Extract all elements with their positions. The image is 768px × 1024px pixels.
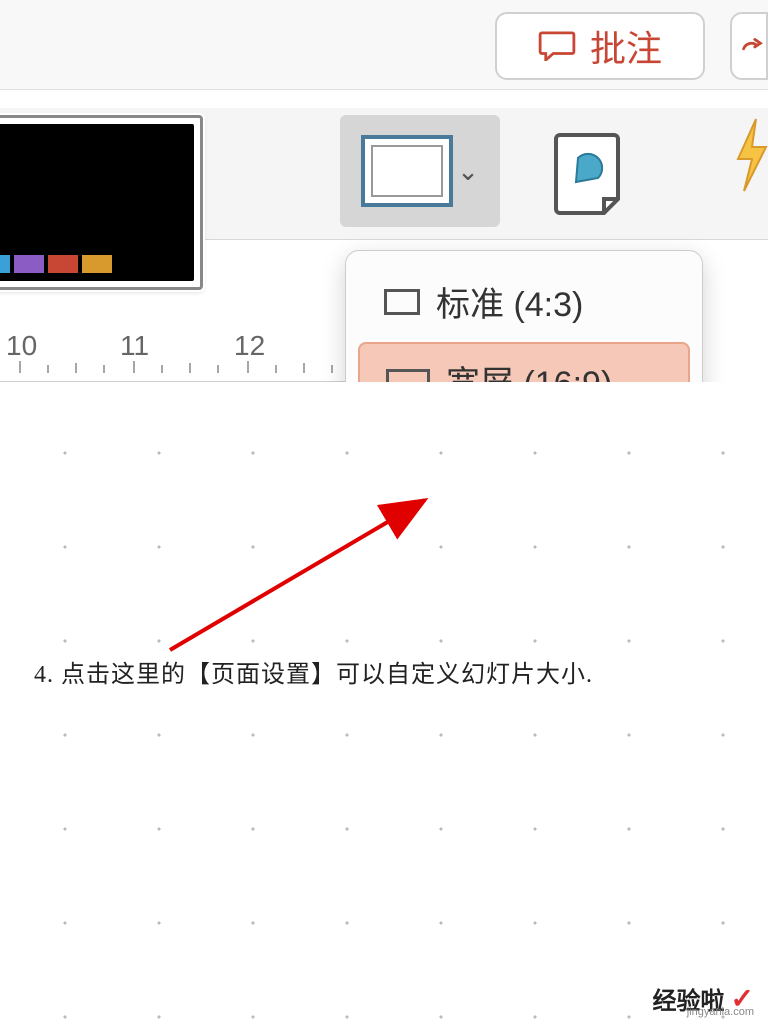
bar-orange (82, 255, 112, 273)
watermark: 经验啦 ✓ jingyanla.com (653, 981, 754, 1016)
lightning-icon[interactable] (734, 115, 768, 195)
slide-preview (0, 124, 194, 281)
bar-red (48, 255, 78, 273)
annotation-label: 批注 (590, 20, 662, 72)
watermark-url: jingyanla.com (687, 1006, 754, 1018)
menu-item-standard[interactable]: 标准 (4:3) (358, 265, 690, 338)
toolbar-top: 批注 (0, 0, 768, 90)
slide-size-button[interactable]: ⌄ (340, 115, 500, 227)
ruler-mark: 12 (234, 330, 265, 362)
format-background-icon[interactable] (540, 120, 630, 220)
menu-label: 标准 (4:3) (436, 277, 583, 326)
annotation-button[interactable]: 批注 (495, 12, 705, 80)
ruler-ticks (0, 361, 345, 373)
share-icon (738, 31, 766, 61)
aspect-4-3-icon (384, 289, 420, 315)
horizontal-ruler: 10 11 12 (0, 322, 345, 382)
bar-purple (14, 255, 44, 273)
slide-canvas[interactable] (0, 382, 768, 1024)
share-button-partial[interactable] (730, 12, 768, 80)
chevron-down-icon: ⌄ (457, 156, 479, 187)
ruler-mark: 10 (6, 330, 37, 362)
instruction-text: 4. 点击这里的【页面设置】可以自定义幻灯片大小. (34, 654, 593, 689)
ruler-mark: 11 (120, 330, 149, 362)
slide-size-icon (361, 135, 453, 207)
slide-thumbnail[interactable] (0, 115, 203, 290)
comment-icon (538, 31, 576, 61)
bar-blue (0, 255, 10, 273)
slide-color-bars (0, 255, 112, 273)
